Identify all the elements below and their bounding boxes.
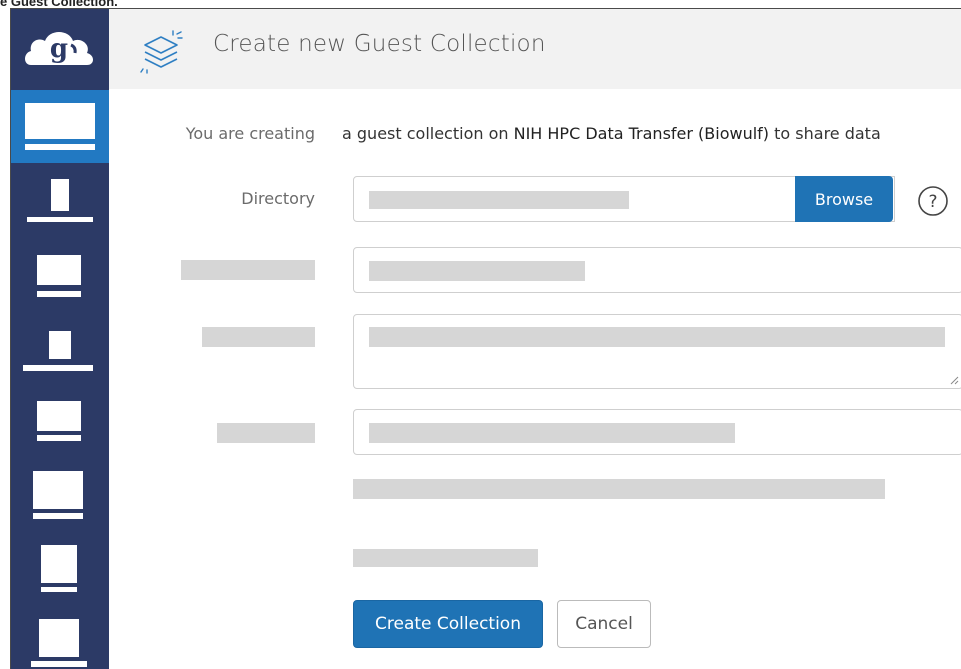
sidebar-item-5[interactable] [11,391,109,453]
globus-logo[interactable]: g [11,9,109,87]
create-collection-button[interactable]: Create Collection [353,600,543,648]
nav-bar-icon [37,435,81,441]
nav-shape-icon [51,179,69,211]
layers-sparkle-icon [140,30,183,74]
endpoint-name: NIH HPC Data Transfer (Biowulf) [513,124,770,143]
creating-suffix: to share data [769,124,881,143]
sidebar-item-8[interactable] [11,613,109,669]
nav-shape-icon [41,545,77,583]
nav-shape-icon [39,619,79,657]
nav-bar-icon [27,217,93,222]
redacted-help-text [353,479,885,499]
redacted-label [181,260,315,280]
page-title: Create new Guest Collection [213,31,546,57]
resize-grip-icon[interactable] [949,375,959,385]
nav-bar-icon [31,661,87,667]
textarea-input[interactable] [353,314,961,389]
nav-shape-icon [37,255,81,285]
nav-shape-icon [37,401,81,431]
redacted-option [353,549,538,567]
app-frame: g Create new Guest Collection You are cr… [10,8,961,669]
nav-monitor-icon [25,103,95,139]
nav-bar-icon [41,587,77,592]
redacted-value [369,327,945,347]
redacted-label [202,327,315,347]
redacted-value [369,261,585,281]
sidebar-item-3[interactable] [11,243,109,305]
redacted-value [369,191,629,209]
redacted-value [369,423,735,443]
sidebar-item-6[interactable] [11,465,109,527]
page-header: Create new Guest Collection [109,9,961,89]
sidebar-item-7[interactable] [11,539,109,601]
sidebar-item-4[interactable] [11,317,109,379]
creating-prefix: a guest collection on [342,124,514,143]
svg-text:g: g [50,34,68,64]
nav-bar-icon [37,291,81,297]
text-input-1[interactable] [353,247,961,293]
sidebar: g [11,9,109,669]
nav-bar-icon [33,513,83,519]
question-circle-icon[interactable]: ? [917,185,949,217]
nav-shape-icon [49,331,71,359]
document-caption: e Guest Collection. [0,0,118,9]
creating-description: a guest collection on NIH HPC Data Trans… [342,124,881,143]
nav-bar-icon [23,365,93,371]
browse-button[interactable]: Browse [795,176,893,222]
cancel-button[interactable]: Cancel [557,600,651,648]
svg-text:?: ? [928,192,937,212]
sidebar-item-active[interactable] [11,90,109,163]
creating-label: You are creating [185,124,315,143]
text-input-2[interactable] [353,409,961,455]
globus-cloud-logo-icon: g [25,32,93,65]
main-panel: Create new Guest Collection You are crea… [109,9,961,669]
directory-label: Directory [241,189,315,208]
redacted-label [217,423,315,443]
nav-bar-icon [25,144,95,150]
nav-shape-icon [33,471,83,509]
sidebar-item-2[interactable] [11,169,109,231]
